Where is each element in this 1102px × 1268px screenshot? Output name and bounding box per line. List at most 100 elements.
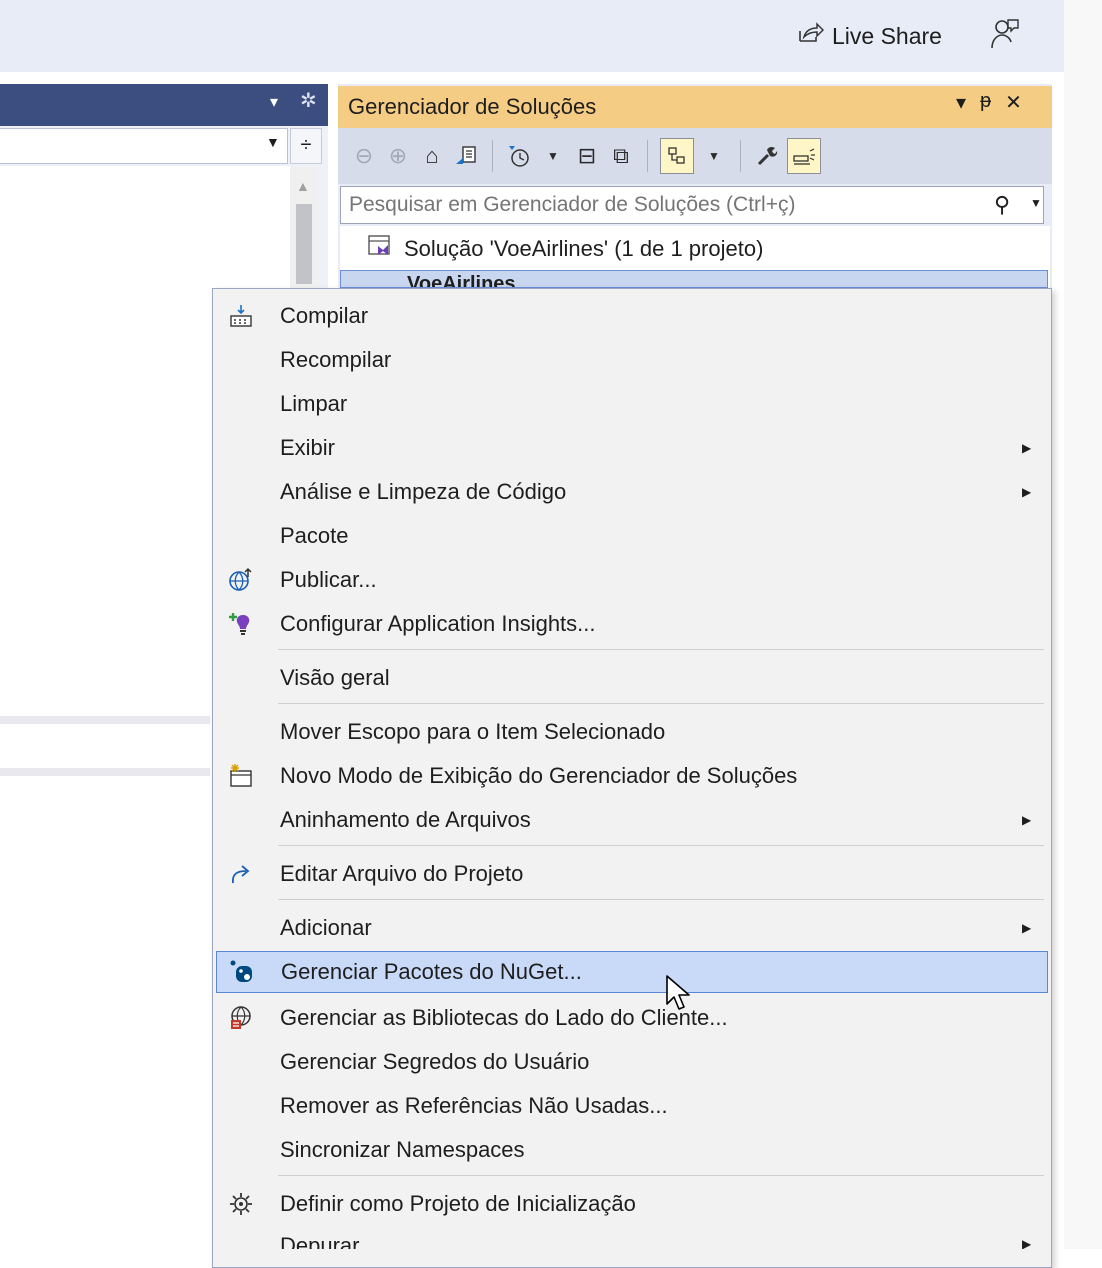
solution-explorer-search[interactable]	[340, 186, 1044, 224]
menu-item-label: Pacote	[280, 523, 349, 548]
sync-active-document-icon[interactable]	[660, 138, 694, 174]
new-view-icon	[226, 761, 256, 791]
switch-views-icon[interactable]	[452, 139, 480, 173]
menu-item-aninhamento-arquivos[interactable]: Aninhamento de Arquivos ▶	[216, 799, 1048, 841]
properties-icon[interactable]	[753, 139, 781, 173]
home-icon[interactable]: ⌂	[418, 139, 446, 173]
share-arrow-icon	[798, 21, 825, 51]
scroll-up-icon[interactable]: ▲	[296, 178, 310, 194]
menu-item-segredos-usuario[interactable]: Gerenciar Segredos do Usuário	[216, 1041, 1048, 1083]
divider	[0, 768, 210, 776]
submenu-arrow-icon: ▶	[1022, 921, 1032, 935]
solution-explorer-title-bar[interactable]: Gerenciador de Soluções	[338, 86, 1052, 128]
menu-item-depurar[interactable]: Depurar ▶	[216, 1227, 1048, 1249]
menu-item-definir-inicializacao[interactable]: Definir como Projeto de Inicialização	[216, 1183, 1048, 1225]
menu-item-bibliotecas-cliente[interactable]: Gerenciar as Bibliotecas do Lado do Clie…	[216, 997, 1048, 1039]
back-icon[interactable]: ⊖	[350, 139, 378, 173]
menu-item-label: Exibir	[280, 435, 336, 460]
collapse-all-icon[interactable]: ⊟	[573, 139, 601, 173]
mouse-cursor-icon	[664, 974, 694, 1020]
menu-item-publicar[interactable]: Publicar...	[216, 559, 1048, 601]
menu-item-label: Editar Arquivo do Projeto	[280, 861, 524, 886]
menu-item-gerenciar-nuget[interactable]: Gerenciar Pacotes do NuGet...	[216, 951, 1048, 993]
menu-separator	[278, 899, 1044, 900]
project-label: VoeAirlines	[407, 273, 516, 288]
toolbar-separator	[492, 140, 493, 172]
chevron-down-icon[interactable]: ▾	[270, 92, 278, 112]
solution-label: Solução 'VoeAirlines' (1 de 1 projeto)	[404, 236, 764, 261]
menu-item-label: Aninhamento de Arquivos	[280, 807, 531, 832]
menu-item-label: Remover as Referências Não Usadas...	[280, 1093, 668, 1118]
live-share-label: Live Share	[832, 22, 942, 49]
tree-item-project[interactable]: VoeAirlines	[340, 270, 1048, 288]
split-editor-button[interactable]: ÷	[290, 128, 322, 164]
menu-item-remover-referencias[interactable]: Remover as Referências Não Usadas...	[216, 1085, 1048, 1127]
publish-globe-icon	[226, 565, 256, 595]
menu-item-label: Visão geral	[280, 665, 390, 690]
solution-icon	[366, 233, 394, 265]
menu-item-label: Definir como Projeto de Inicialização	[280, 1191, 636, 1216]
submenu-arrow-icon: ▶	[1022, 441, 1032, 455]
menu-item-analise-limpeza[interactable]: Análise e Limpeza de Código ▶	[216, 471, 1048, 513]
menu-item-label: Recompilar	[280, 347, 392, 372]
divider	[0, 716, 210, 724]
panel-title: Gerenciador de Soluções	[348, 94, 597, 119]
startup-gear-icon	[226, 1189, 256, 1219]
gear-icon[interactable]: ✲	[300, 88, 317, 113]
solution-explorer-toolbar: ⊖ ⊕ ⌂ ▼ ⊟ ⧉ ▼	[338, 128, 1052, 184]
window-edge	[1064, 0, 1102, 1249]
menu-item-exibir[interactable]: Exibir ▶	[216, 427, 1048, 469]
menu-item-limpar[interactable]: Limpar	[216, 383, 1048, 425]
pending-changes-filter-icon[interactable]	[505, 139, 533, 173]
menu-separator	[278, 1175, 1044, 1176]
menu-item-label: Gerenciar Segredos do Usuário	[280, 1049, 590, 1074]
search-input[interactable]	[347, 192, 1043, 218]
submenu-arrow-icon: ▶	[1022, 813, 1032, 827]
menu-item-application-insights[interactable]: Configurar Application Insights...	[216, 603, 1048, 645]
application-insights-icon	[226, 609, 256, 639]
chevron-down-icon[interactable]: ▼	[700, 139, 728, 173]
feedback-person-icon[interactable]	[990, 18, 1020, 52]
chevron-down-icon[interactable]: ▼	[266, 134, 280, 150]
submenu-arrow-icon: ▶	[1022, 485, 1032, 499]
build-icon	[226, 301, 256, 331]
forward-icon[interactable]: ⊕	[384, 139, 412, 173]
menu-item-compilar[interactable]: Compilar	[216, 295, 1048, 337]
left-pane-header	[0, 84, 328, 126]
live-share-button[interactable]: Live Share	[798, 20, 942, 52]
menu-item-sincronizar-namespaces[interactable]: Sincronizar Namespaces	[216, 1129, 1048, 1171]
panel-controls: ▾ ᵽ ✕	[956, 90, 1022, 115]
close-icon[interactable]: ✕	[1005, 90, 1022, 115]
menu-item-label: Adicionar	[280, 915, 372, 940]
show-all-files-icon[interactable]: ⧉	[607, 139, 635, 173]
menu-item-label: Publicar...	[280, 567, 377, 592]
menu-item-label: Limpar	[280, 391, 348, 416]
menu-item-label: Análise e Limpeza de Código	[280, 479, 567, 504]
member-dropdown[interactable]	[0, 128, 288, 164]
toolbar-separator	[740, 140, 741, 172]
menu-item-label: Mover Escopo para o Item Selecionado	[280, 719, 666, 744]
menu-item-editar-arquivo-projeto[interactable]: Editar Arquivo do Projeto	[216, 853, 1048, 895]
menu-item-label: Gerenciar Pacotes do NuGet...	[281, 959, 582, 984]
menu-item-label: Compilar	[280, 303, 369, 328]
panel-menu-icon[interactable]: ▾	[956, 90, 966, 115]
chevron-down-icon[interactable]: ▼	[539, 139, 567, 173]
menu-item-recompilar[interactable]: Recompilar	[216, 339, 1048, 381]
tree-item-solution[interactable]: Solução 'VoeAirlines' (1 de 1 projeto)	[366, 232, 763, 266]
menu-item-mover-escopo[interactable]: Mover Escopo para o Item Selecionado	[216, 711, 1048, 753]
chevron-down-icon[interactable]: ▼	[1030, 196, 1042, 210]
scrollbar-thumb[interactable]	[296, 204, 312, 284]
menu-item-visao-geral[interactable]: Visão geral	[216, 657, 1048, 699]
menu-item-label: Novo Modo de Exibição do Gerenciador de …	[280, 763, 798, 788]
search-icon[interactable]: ⚲	[994, 192, 1010, 218]
preview-selected-items-icon[interactable]	[787, 138, 821, 174]
menu-item-pacote[interactable]: Pacote	[216, 515, 1048, 557]
menu-item-adicionar[interactable]: Adicionar ▶	[216, 907, 1048, 949]
menu-item-label: Sincronizar Namespaces	[280, 1137, 525, 1162]
menu-item-novo-modo-exibicao[interactable]: Novo Modo de Exibição do Gerenciador de …	[216, 755, 1048, 797]
pin-icon[interactable]: ᵽ	[980, 90, 991, 115]
menu-item-label: Depurar	[280, 1233, 360, 1249]
toolbar-separator	[647, 140, 648, 172]
submenu-arrow-icon: ▶	[1022, 1237, 1032, 1249]
menu-item-label: Configurar Application Insights...	[280, 611, 596, 636]
